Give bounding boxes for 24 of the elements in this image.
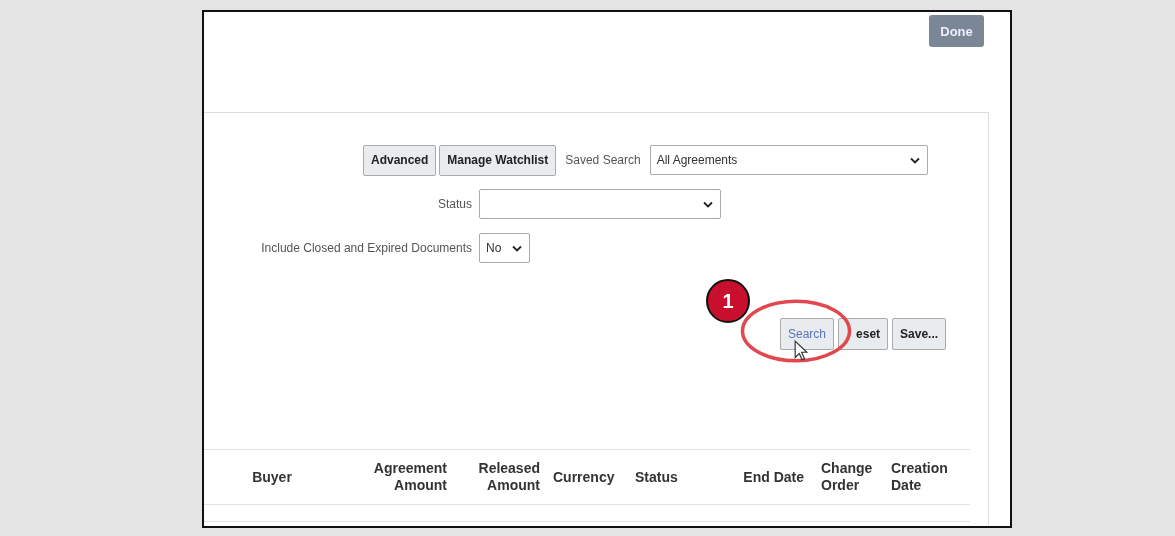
dropdown[interactable]: All Agreements: [649, 145, 928, 175]
dropdown[interactable]: [479, 189, 721, 219]
cursor-icon: [794, 340, 808, 361]
step-badge: 1: [706, 279, 750, 323]
column-header[interactable]: Released Amount: [450, 460, 543, 494]
column-header[interactable]: Creation Date: [880, 460, 968, 494]
field-label: Status: [436, 197, 472, 211]
action-button[interactable]: Save...: [892, 318, 947, 350]
toolbar-button[interactable]: Advanced: [363, 144, 437, 176]
chevron-down-icon: [512, 244, 522, 252]
column-header[interactable]: Change Order: [808, 460, 880, 494]
dropdown[interactable]: No: [479, 233, 530, 263]
toolbar-button[interactable]: Manage Watchlist: [439, 144, 557, 176]
column-header[interactable]: Status: [625, 468, 700, 486]
column-header[interactable]: Buyer: [204, 468, 340, 486]
column-header[interactable]: End Date: [700, 468, 808, 486]
action-button[interactable]: eset: [838, 318, 889, 350]
chevron-down-icon: [909, 156, 920, 164]
column-header[interactable]: Agreement Amount: [340, 460, 450, 494]
field-label: Include Closed and Expired Documents: [260, 241, 472, 255]
field-label: Saved Search: [565, 153, 641, 167]
chevron-down-icon: [703, 200, 713, 208]
column-header[interactable]: Currency: [543, 468, 625, 486]
action-button[interactable]: Search: [780, 318, 835, 350]
